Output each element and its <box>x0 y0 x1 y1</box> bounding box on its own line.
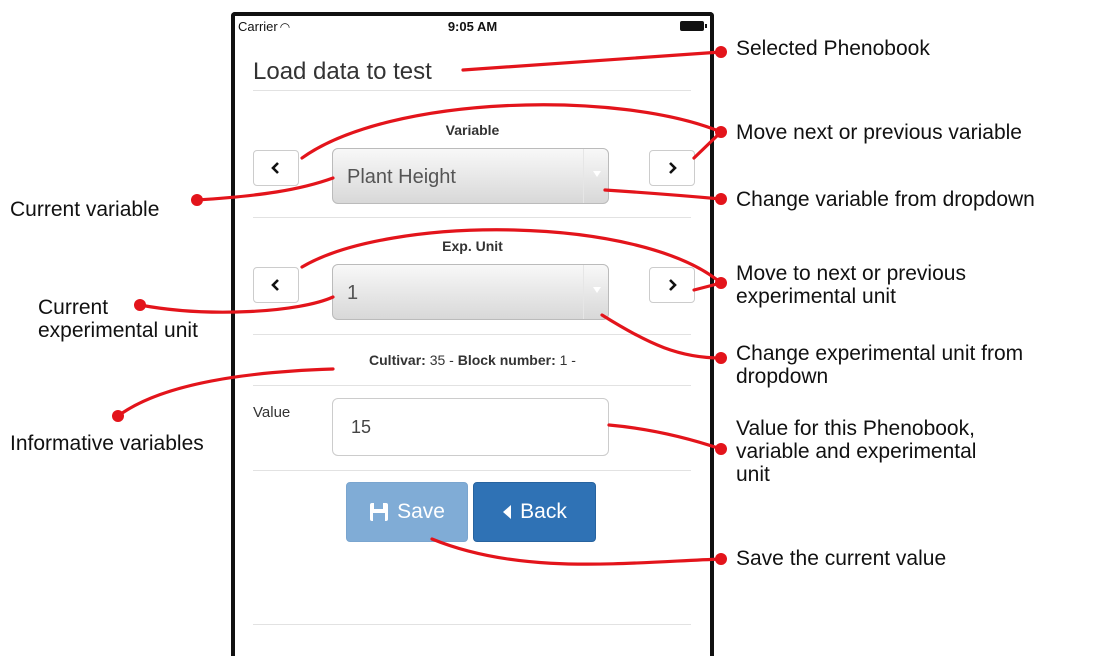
chevron-left-icon <box>271 162 279 174</box>
status-time: 9:05 AM <box>447 19 498 34</box>
chevron-left-icon <box>271 279 279 291</box>
leader-dot <box>715 277 727 289</box>
note-change-unit: Change experimental unit from dropdown <box>736 342 1024 388</box>
cultivar-value: 35 - <box>425 352 458 368</box>
chevron-right-icon <box>669 162 677 174</box>
leader-dot <box>715 193 727 205</box>
note-current-variable: Current variable <box>10 198 160 221</box>
battery-icon <box>680 21 707 31</box>
triangle-left-icon <box>503 505 512 519</box>
value-label: Value <box>253 404 291 421</box>
leader-dot <box>715 443 727 455</box>
previous-variable-button[interactable] <box>253 150 299 186</box>
next-unit-button[interactable] <box>649 267 695 303</box>
block-number-label: Block number: <box>457 352 556 368</box>
value-input[interactable]: 15 <box>332 398 609 456</box>
divider <box>253 334 691 335</box>
block-number-value: 1 - <box>555 352 576 368</box>
floppy-disk-icon <box>370 503 389 521</box>
phone-screen: Carrier ◠ 9:05 AM Load data to test Varia… <box>231 12 714 656</box>
exp-unit-select-value: 1 <box>347 282 359 304</box>
chevron-down-icon <box>593 287 601 293</box>
save-button-label: Save <box>397 500 445 523</box>
leader-dot <box>715 553 727 565</box>
note-save: Save the current value <box>736 547 947 570</box>
leader-dot <box>191 194 203 206</box>
leader-dot <box>715 126 727 138</box>
back-button-label: Back <box>520 500 567 523</box>
cultivar-label: Cultivar: <box>369 352 426 368</box>
note-move-unit: Move to next or previous experimental un… <box>736 262 966 308</box>
note-selected-phenobook: Selected Phenobook <box>736 37 930 60</box>
note-informative: Informative variables <box>10 432 204 455</box>
previous-unit-button[interactable] <box>253 267 299 303</box>
note-value: Value for this Phenobook, variable and e… <box>736 417 977 486</box>
note-current-unit: Current experimental unit <box>38 296 198 342</box>
divider <box>253 385 691 386</box>
informative-variables: Cultivar: 35 - Block number: 1 - <box>235 352 710 368</box>
page-title: Load data to test <box>253 58 432 85</box>
exp-unit-select[interactable]: 1 <box>332 264 609 320</box>
divider <box>253 90 691 91</box>
variable-select[interactable]: Plant Height <box>332 148 609 204</box>
note-move-variable: Move next or previous variable <box>736 121 1022 144</box>
chevron-right-icon <box>669 279 677 291</box>
save-button[interactable]: Save <box>346 482 468 542</box>
leader-dot <box>112 410 124 422</box>
variable-select-value: Plant Height <box>347 166 456 188</box>
divider <box>253 217 691 218</box>
divider <box>253 470 691 471</box>
status-bar: Carrier ◠ 9:05 AM <box>235 16 710 36</box>
chevron-down-icon <box>593 171 601 177</box>
divider <box>253 624 691 625</box>
back-button[interactable]: Back <box>473 482 596 542</box>
leader-dot <box>715 352 727 364</box>
exp-unit-label: Exp. Unit <box>442 238 503 254</box>
next-variable-button[interactable] <box>649 150 695 186</box>
note-change-variable: Change variable from dropdown <box>736 188 1035 211</box>
leader-dot <box>715 46 727 58</box>
variable-label: Variable <box>445 122 500 138</box>
